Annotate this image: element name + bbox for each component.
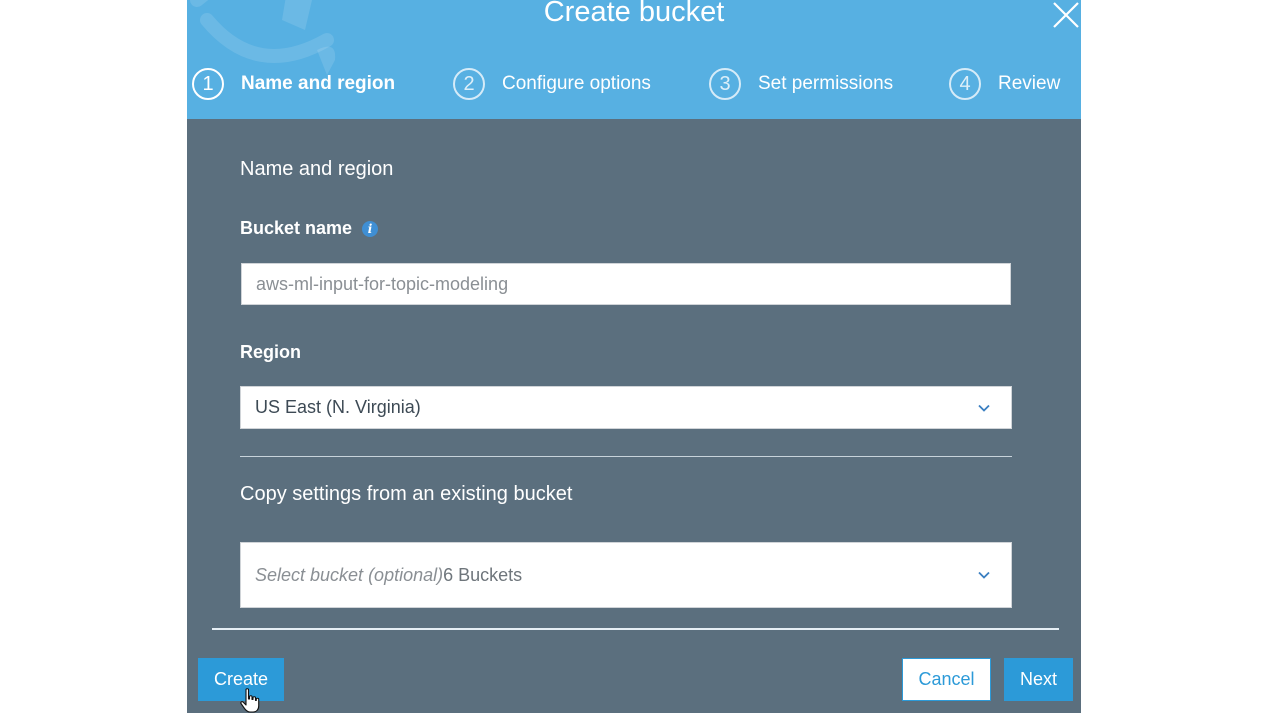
step-configure-options[interactable]: 2 Configure options bbox=[453, 67, 651, 101]
step-label: Set permissions bbox=[758, 73, 894, 94]
step-label: Name and region bbox=[241, 73, 396, 94]
step-review[interactable]: 4 Review bbox=[949, 67, 1060, 101]
region-select-value: US East (N. Virginia) bbox=[255, 397, 421, 417]
bucket-name-input[interactable] bbox=[241, 263, 1011, 305]
bucket-name-label: Bucket name i bbox=[240, 218, 379, 239]
step-set-permissions[interactable]: 3 Set permissions bbox=[709, 67, 893, 101]
chevron-down-icon bbox=[978, 404, 990, 412]
next-button[interactable]: Next bbox=[1004, 658, 1073, 701]
step-number-2: 2 bbox=[453, 68, 485, 100]
section-divider bbox=[240, 456, 1012, 457]
footer-divider bbox=[212, 628, 1059, 630]
hand-pointer-icon bbox=[240, 688, 260, 713]
step-number-1: 1 bbox=[192, 68, 224, 100]
step-name-and-region[interactable]: 1 Name and region bbox=[192, 67, 395, 101]
bucket-count: 6 Buckets bbox=[443, 564, 523, 585]
chevron-down-icon bbox=[978, 571, 990, 579]
section-title: Name and region bbox=[240, 158, 394, 180]
copy-bucket-placeholder: Select bucket (optional) bbox=[255, 564, 444, 585]
copy-bucket-select[interactable]: Select bucket (optional) 6 Buckets bbox=[240, 542, 1012, 608]
dialog-header: Create bucket 1 Name and region 2 Config… bbox=[187, 0, 1081, 119]
info-icon[interactable]: i bbox=[362, 220, 379, 237]
close-icon[interactable] bbox=[1051, 0, 1081, 30]
step-number-4: 4 bbox=[949, 68, 981, 100]
bucket-name-label-text: Bucket name bbox=[240, 218, 353, 238]
region-label: Region bbox=[240, 342, 301, 362]
region-select[interactable]: US East (N. Virginia) bbox=[240, 386, 1012, 429]
copy-settings-title: Copy settings from an existing bucket bbox=[240, 483, 573, 505]
step-number-3: 3 bbox=[709, 68, 741, 100]
step-label: Configure options bbox=[502, 73, 651, 94]
step-label: Review bbox=[998, 73, 1061, 94]
cancel-button[interactable]: Cancel bbox=[902, 658, 991, 701]
dialog-title: Create bucket bbox=[543, 0, 725, 28]
create-bucket-dialog: Create bucket 1 Name and region 2 Config… bbox=[187, 0, 1081, 713]
